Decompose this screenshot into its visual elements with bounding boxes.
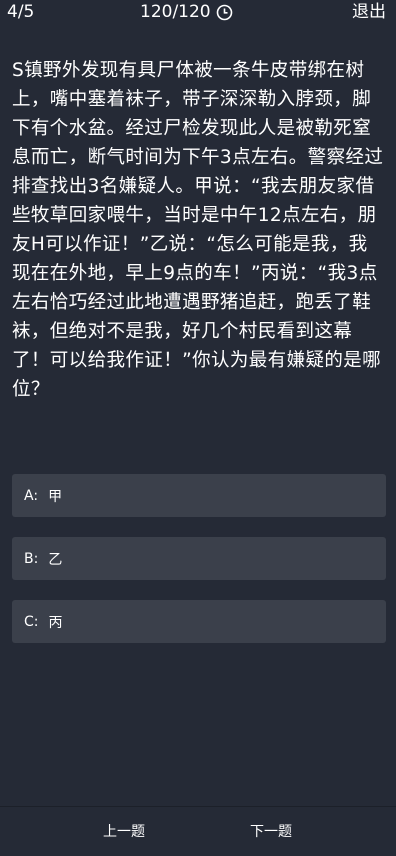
option-a[interactable]: A: 甲 [12, 474, 386, 517]
option-text: 丙 [48, 614, 63, 631]
option-key: A: [24, 487, 39, 504]
timer-value: 120/120 [140, 2, 211, 22]
option-key: B: [24, 550, 39, 567]
option-key: C: [24, 613, 39, 630]
previous-question-button[interactable]: 上一题 [103, 823, 145, 841]
next-question-button[interactable]: 下一题 [250, 823, 292, 841]
countdown-timer: 120/120 [140, 2, 233, 22]
option-c[interactable]: C: 丙 [12, 600, 386, 643]
option-text: 乙 [48, 551, 63, 568]
clock-icon [216, 4, 233, 21]
top-bar: 4/5 120/120 退出 [0, 0, 396, 26]
option-text: 甲 [48, 488, 63, 505]
question-progress: 4/5 [7, 2, 35, 22]
question-text: S镇野外发现有具尸体被一条牛皮带绑在树上，嘴中塞着袜子，带子深深勒入脖颈，脚下有… [12, 60, 384, 400]
option-b[interactable]: B: 乙 [12, 537, 386, 580]
exit-button[interactable]: 退出 [352, 2, 386, 22]
bottom-nav-bar: 上一题 下一题 [0, 806, 396, 856]
